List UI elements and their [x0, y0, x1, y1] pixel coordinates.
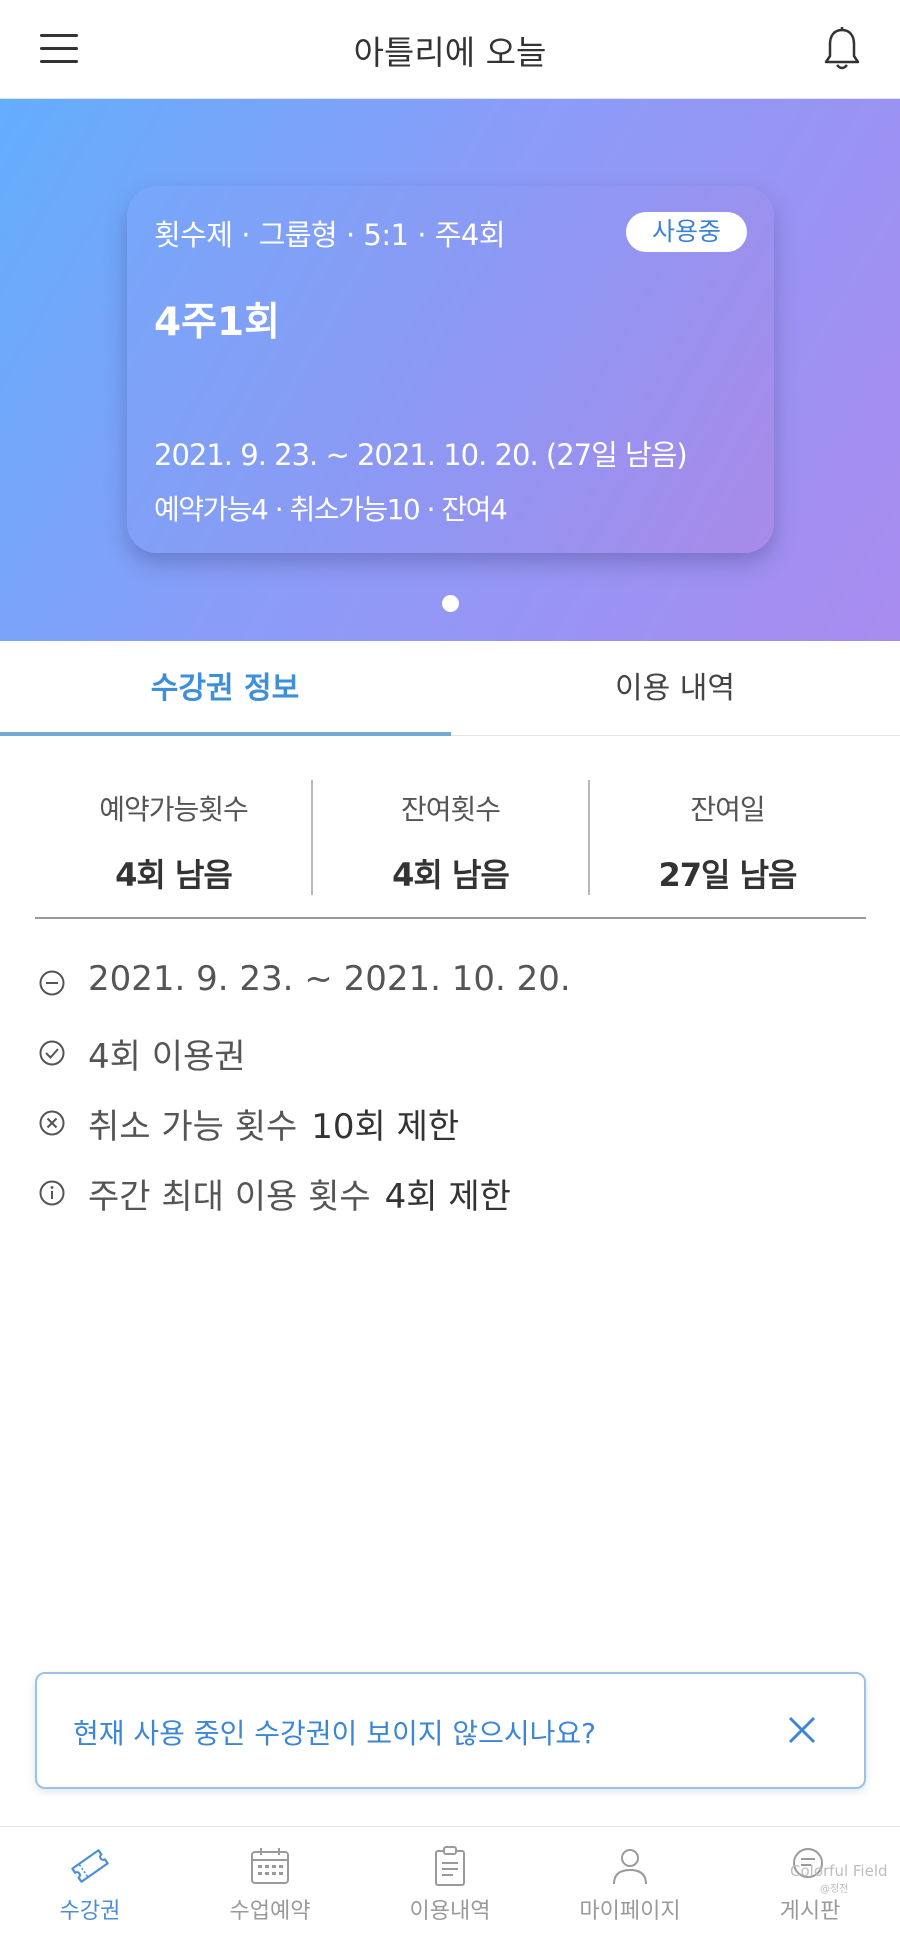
stat-label: 잔여횟수 — [400, 793, 501, 826]
close-icon[interactable] — [784, 1712, 820, 1748]
nav-label: 수업예약 — [229, 1899, 311, 1924]
nav-label: 수강권 — [59, 1899, 121, 1924]
stat-label: 잔여일 — [690, 793, 765, 826]
watermark-line2: @정전 — [820, 1884, 849, 1895]
tab-bar: 수강권 정보 이용 내역 — [0, 641, 900, 736]
ticket-carousel[interactable]: 횟수제 · 그룹형 · 5:1 · 주4회 사용중 4주1회 2021. 9. … — [0, 99, 900, 641]
nav-label: 마이페이지 — [579, 1899, 681, 1924]
nav-item-usage-history[interactable]: 이용내역 — [360, 1827, 540, 1933]
app-header: 아틀리에 오늘 — [0, 0, 900, 99]
check-circle-icon — [39, 1040, 65, 1066]
ticket-counts: 예약가능4 · 취소가능10 · 잔여4 — [154, 493, 508, 526]
app-title: 아틀리에 오늘 — [353, 33, 547, 72]
status-badge: 사용중 — [626, 212, 747, 252]
nav-item-tickets[interactable]: 수강권 — [0, 1827, 180, 1933]
stat-reservable: 예약가능횟수 4회 남음 — [35, 780, 312, 895]
notice-text[interactable]: 현재 사용 중인 수강권이 보이지 않으시나요? — [73, 1712, 596, 1752]
stat-value: 27일 남음 — [658, 856, 798, 894]
info-cancel: 취소 가능 횟수 10회 제한 — [88, 1099, 459, 1148]
tab-ticket-info[interactable]: 수강권 정보 — [0, 641, 450, 736]
info-row-usage: 4회 이용권 — [36, 1025, 856, 1095]
stat-label: 예약가능횟수 — [99, 793, 249, 826]
nav-label: 이용내역 — [409, 1899, 491, 1924]
bottom-navigation: 수강권 수업예약 이용내역 마이페이지 게시판 — [0, 1826, 900, 1933]
nav-item-class-booking[interactable]: 수업예약 — [180, 1827, 360, 1933]
nav-label: 게시판 — [779, 1899, 841, 1924]
ticket-card[interactable]: 횟수제 · 그룹형 · 5:1 · 주4회 사용중 4주1회 2021. 9. … — [127, 186, 774, 553]
info-period: 2021. 9. 23. ~ 2021. 10. 20. — [88, 959, 571, 999]
info-weekly: 주간 최대 이용 횟수 4회 제한 — [88, 1169, 511, 1218]
info-weekly-label: 주간 최대 이용 횟수 — [88, 1177, 371, 1217]
notification-bell-icon[interactable] — [822, 26, 862, 72]
watermark-line1: Colorful Field — [790, 1862, 888, 1880]
active-tab-indicator — [0, 732, 451, 736]
watermark: Colorful Field @정전 — [790, 1862, 888, 1895]
tab-usage-history[interactable]: 이용 내역 — [450, 641, 900, 736]
ticket-icon — [71, 1849, 109, 1883]
missing-ticket-notice[interactable]: 현재 사용 중인 수강권이 보이지 않으시나요? — [35, 1672, 866, 1789]
nav-item-mypage[interactable]: 마이페이지 — [540, 1827, 720, 1933]
stat-value: 4회 남음 — [392, 856, 510, 894]
info-circle-icon — [39, 1180, 65, 1206]
user-icon — [613, 1849, 647, 1885]
info-row-cancel: 취소 가능 횟수 10회 제한 — [36, 1095, 856, 1165]
stat-remaining-days: 잔여일 27일 남음 — [589, 780, 866, 895]
clock-icon — [39, 970, 65, 996]
ticket-stats: 예약가능횟수 4회 남음 잔여횟수 4회 남음 잔여일 27일 남음 — [35, 780, 866, 919]
ticket-info-list: 2021. 9. 23. ~ 2021. 10. 20. 4회 이용권 취소 가… — [36, 955, 856, 1235]
carousel-pager-dot[interactable] — [442, 595, 459, 612]
x-circle-icon — [39, 1110, 65, 1136]
ticket-meta: 횟수제 · 그룹형 · 5:1 · 주4회 — [154, 218, 506, 252]
info-weekly-value: 4회 제한 — [384, 1177, 511, 1217]
ticket-period: 2021. 9. 23. ~ 2021. 10. 20. (27일 남음) — [154, 438, 688, 472]
clipboard-icon — [435, 1846, 465, 1886]
info-row-period: 2021. 9. 23. ~ 2021. 10. 20. — [36, 955, 856, 1025]
info-cancel-value: 10회 제한 — [311, 1107, 460, 1147]
info-usage: 4회 이용권 — [88, 1037, 246, 1077]
calendar-icon — [251, 1848, 289, 1884]
info-cancel-label: 취소 가능 횟수 — [88, 1107, 298, 1147]
stat-value: 4회 남음 — [115, 856, 233, 894]
stat-remaining-count: 잔여횟수 4회 남음 — [312, 780, 589, 895]
ticket-name: 4주1회 — [154, 300, 281, 345]
info-row-weekly: 주간 최대 이용 횟수 4회 제한 — [36, 1165, 856, 1235]
